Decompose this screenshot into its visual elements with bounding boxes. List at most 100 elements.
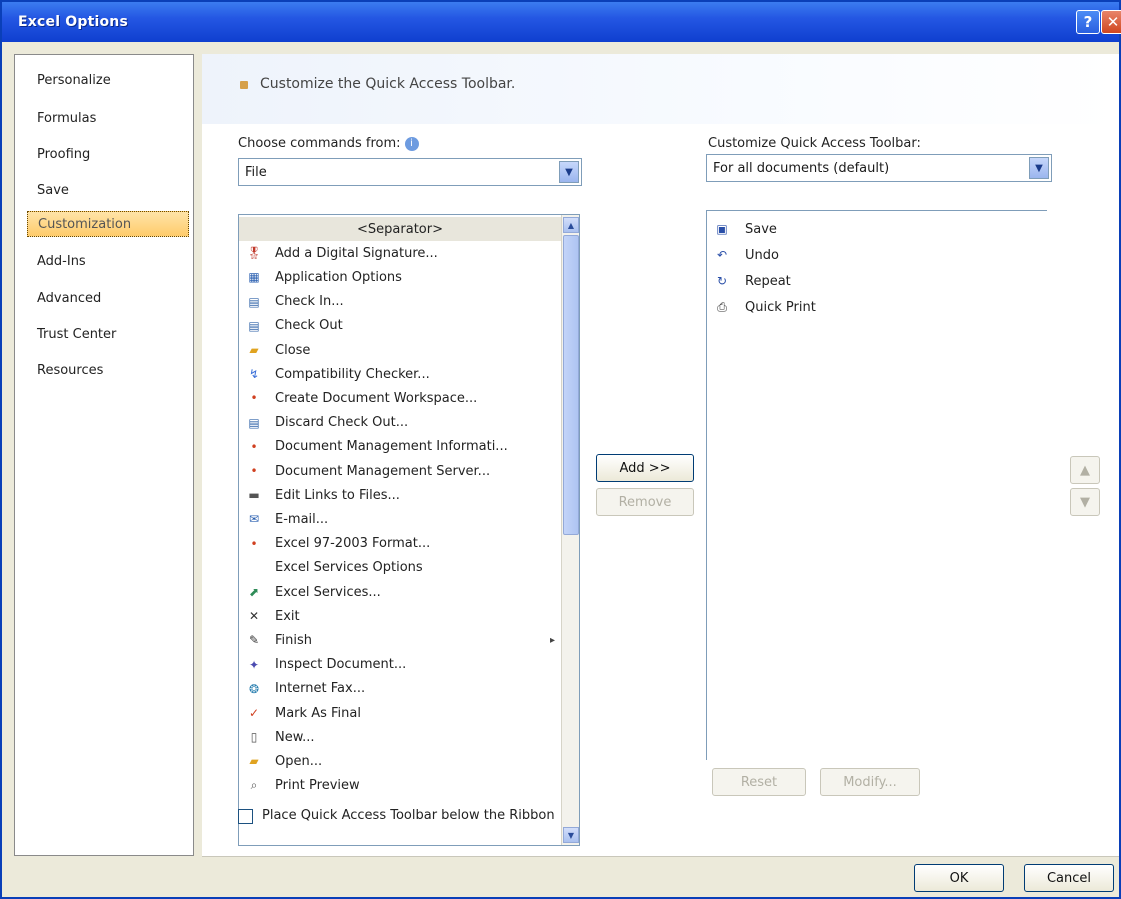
choose-commands-label: Choose commands from: i <box>238 136 419 151</box>
open-folder-icon: ▰ <box>249 754 259 769</box>
list-item[interactable]: ✓ Mark As Final <box>239 701 561 725</box>
list-item-label: Document Management Informati... <box>275 439 508 455</box>
save-icon: ▣ <box>716 222 728 236</box>
list-item[interactable]: ⬈ Excel Services... <box>239 580 561 604</box>
scroll-thumb[interactable] <box>563 235 579 535</box>
list-item-label: Excel Services... <box>275 584 381 600</box>
list-item-label: Print Preview <box>275 778 360 794</box>
help-button[interactable]: ? <box>1076 10 1100 34</box>
list-item-label: Document Management Server... <box>275 463 491 479</box>
modify-button[interactable]: Modify... <box>820 768 920 796</box>
banner-bullet-icon <box>240 81 248 89</box>
list-item[interactable]: ▬ Edit Links to Files... <box>239 483 561 507</box>
move-up-icon: ▲ <box>1080 462 1090 478</box>
list-item[interactable]: • Document Management Server... <box>239 459 561 483</box>
scroll-up-icon[interactable]: ▲ <box>563 217 579 233</box>
toolbar-list-item-label: Quick Print <box>745 299 816 315</box>
list-item[interactable]: ❂ Internet Fax... <box>239 677 561 701</box>
bullet-icon: • <box>250 536 258 551</box>
ribbon-award-icon: 🎖 <box>246 246 262 261</box>
list-item-label: Excel 97-2003 Format... <box>275 536 431 552</box>
customize-toolbar-dropdown[interactable]: For all documents (default) ▼ <box>706 154 1052 182</box>
list-item-label: Application Options <box>275 269 402 285</box>
blank-icon <box>245 559 263 577</box>
choose-commands-dropdown[interactable]: File ▼ <box>238 158 582 186</box>
list-item[interactable]: ✦ Inspect Document... <box>239 653 561 677</box>
list-item[interactable]: ▯ New... <box>239 725 561 749</box>
nav-item-save[interactable]: Save <box>27 177 187 203</box>
move-up-button[interactable]: ▲ <box>1070 456 1100 484</box>
list-item[interactable]: ↯ Compatibility Checker... <box>239 362 561 386</box>
title-bar[interactable]: Excel Options ? ✕ <box>2 2 1121 42</box>
cancel-button[interactable]: Cancel <box>1024 864 1114 892</box>
inspect-icon: ✦ <box>248 657 260 672</box>
list-item[interactable]: ▤ Discard Check Out... <box>239 411 561 435</box>
toolbar-list-item[interactable]: ▣ Save <box>707 217 1027 241</box>
list-item-label: E-mail... <box>275 511 329 527</box>
list-item[interactable]: • Document Management Informati... <box>239 435 561 459</box>
list-item[interactable]: ▤ Check In... <box>239 290 561 314</box>
list-item[interactable]: ▰ Close <box>239 338 561 362</box>
list-item[interactable]: ⌕ Print Preview <box>239 774 561 798</box>
toolbar-list-item-label: Undo <box>745 247 779 263</box>
links-icon: ▬ <box>248 488 260 503</box>
excel-options-dialog: Excel Options ? ✕ Personalize Formulas Pro… <box>0 0 1121 899</box>
section-banner: Customize the Quick Access Toolbar. <box>202 54 1119 124</box>
ok-button[interactable]: OK <box>914 864 1004 892</box>
list-item[interactable]: ✎ Finish ▸ <box>239 628 561 652</box>
email-icon: ✉ <box>248 512 260 527</box>
nav-item-proofing[interactable]: Proofing <box>27 141 187 167</box>
chevron-down-icon[interactable]: ▼ <box>1029 157 1049 179</box>
move-down-button[interactable]: ▼ <box>1070 488 1100 516</box>
scroll-down-icon[interactable]: ▼ <box>563 827 579 843</box>
toolbar-list-item-label: Save <box>745 221 777 237</box>
window-title: Excel Options <box>18 14 128 30</box>
toolbar-list-item[interactable]: ↶ Undo <box>707 243 1027 267</box>
options-icon: ▦ <box>248 270 260 285</box>
compatibility-icon: ↯ <box>248 367 260 382</box>
nav-item-customization[interactable]: Customization <box>27 211 189 237</box>
nav-item-personalize[interactable]: Personalize <box>27 67 187 93</box>
nav-item-trust-center[interactable]: Trust Center <box>27 321 187 347</box>
chevron-down-icon[interactable]: ▼ <box>559 161 579 183</box>
list-item[interactable]: ✕ Exit <box>239 604 561 628</box>
nav-item-formulas[interactable]: Formulas <box>27 105 187 131</box>
list-item[interactable]: • Create Document Workspace... <box>239 386 561 410</box>
mark-final-icon: ✓ <box>248 706 260 720</box>
customization-panel: Customize the Quick Access Toolbar. Choo… <box>202 54 1119 856</box>
customize-toolbar-value: For all documents (default) <box>713 160 890 176</box>
remove-button[interactable]: Remove <box>596 488 694 516</box>
commands-scrollbar[interactable]: ▲ ▼ <box>561 215 579 845</box>
close-icon: ✕ <box>1106 13 1120 31</box>
list-item[interactable]: ▰ Open... <box>239 749 561 773</box>
undo-icon: ↶ <box>716 248 728 262</box>
check-out-icon: ▤ <box>248 318 260 333</box>
toolbar-list-item[interactable]: ⎙ Quick Print <box>707 295 1027 319</box>
list-item[interactable]: • Excel 97-2003 Format... <box>239 532 561 556</box>
commands-list[interactable]: <Separator> 🎖 Add a Digital Signature... ▦ A… <box>238 214 580 846</box>
close-button[interactable]: ✕ <box>1101 10 1121 34</box>
bullet-icon: • <box>250 391 258 406</box>
move-down-icon: ▼ <box>1080 494 1090 510</box>
nav-item-advanced[interactable]: Advanced <box>27 285 187 311</box>
list-item-label: Check Out <box>275 318 343 334</box>
list-item[interactable]: ✉ E-mail... <box>239 507 561 531</box>
toolbar-list-item[interactable]: ↻ Repeat <box>707 269 1027 293</box>
add-button[interactable]: Add >> <box>596 454 694 482</box>
nav-item-resources[interactable]: Resources <box>27 357 187 383</box>
place-below-ribbon-checkbox[interactable] <box>238 809 253 824</box>
excel-services-icon: ⬈ <box>248 585 260 599</box>
list-item[interactable]: ▤ Check Out <box>239 314 561 338</box>
place-below-ribbon-label: Place Quick Access Toolbar below the Rib… <box>262 808 555 823</box>
list-item[interactable]: <Separator> <box>239 217 561 241</box>
list-item[interactable]: ▦ Application Options <box>239 265 561 289</box>
check-in-icon: ▤ <box>248 294 260 309</box>
list-item[interactable]: Excel Services Options <box>239 556 561 580</box>
list-item[interactable]: 🎖 Add a Digital Signature... <box>239 241 561 265</box>
reset-button[interactable]: Reset <box>712 768 806 796</box>
bullet-icon: • <box>250 464 258 478</box>
nav-item-add-ins[interactable]: Add-Ins <box>27 248 187 274</box>
toolbar-items-list[interactable]: ▣ Save ↶ Undo ↻ Repeat ⎙ Quick Print <box>706 210 1047 760</box>
choose-commands-value: File <box>245 164 267 180</box>
list-item-label: Compatibility Checker... <box>275 366 430 382</box>
